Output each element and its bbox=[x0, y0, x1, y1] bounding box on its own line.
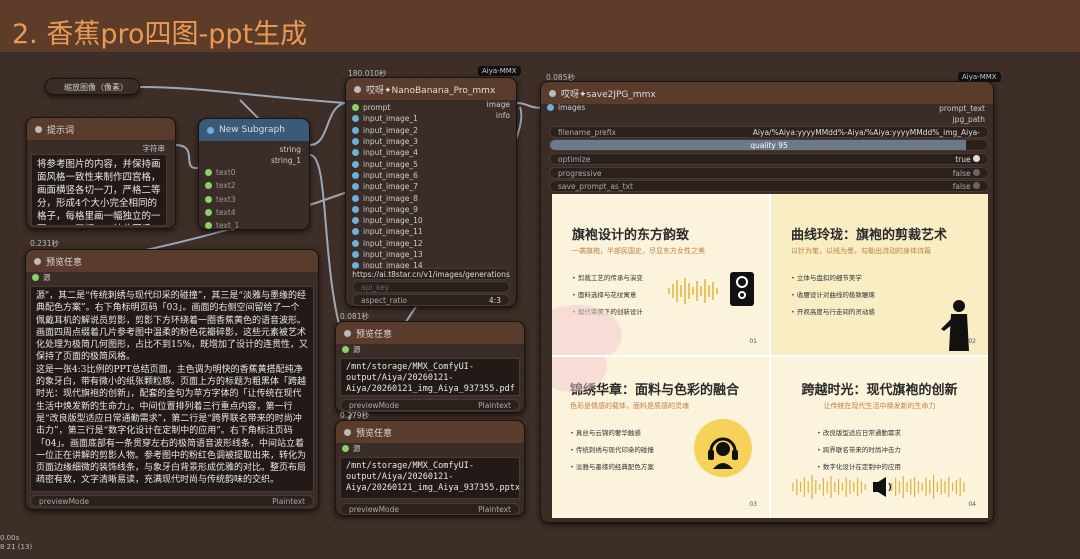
banana-aspect-ratio-select[interactable]: aspect_ratio 4:3 bbox=[352, 294, 510, 306]
preview-any-node-main[interactable]: 预览任意 源 源"，其二是“传统刺绣与现代印采的碰撞”，其三是“淡雅与墨缘的经典… bbox=[25, 249, 319, 510]
prompt-node[interactable]: 提示词 字符串 将参考图片的内容，并保持画面风格一致性来制作四宫格，画面横竖各切… bbox=[26, 117, 176, 229]
slide-4-bullet: 改良版型适应日常通勤需求 bbox=[817, 427, 988, 437]
status-line-1: 0.00s bbox=[0, 534, 20, 542]
group-title[interactable]: 2. 香蕉pro四图-ppt生成 bbox=[12, 12, 307, 51]
slide-3: 锦绣华章：面料与色彩的融合 色彩是情感的载体，面料是质感的灵魂 真丝与云锦的奢华… bbox=[552, 357, 769, 518]
preview-main-mode[interactable]: previewMode Plaintext bbox=[30, 495, 314, 507]
subgraph-input-text1[interactable]: text_1 bbox=[199, 220, 309, 231]
slide-2: 曲线玲珑：旗袍的剪裁艺术 以针为笔，以线为墨，勾勒出流动的身体诗篇 立体与盘扣的… bbox=[771, 194, 988, 355]
slide-3-page: 03 bbox=[749, 501, 757, 508]
preview-main-textarea[interactable]: 源"，其二是“传统刺绣与现代印采的碰撞”，其三是“淡雅与墨缘的经典配色方案”。右… bbox=[30, 286, 314, 492]
subgraph-output-string-1[interactable]: string_1 bbox=[199, 156, 309, 165]
subgraph-node-title: New Subgraph bbox=[219, 125, 285, 135]
preview-pptx-title: 预览任意 bbox=[356, 428, 393, 439]
banana-node-header[interactable]: 哎呀✦NanoBanana_Pro_mmx bbox=[346, 78, 516, 100]
banana-input-image-2[interactable]: input_image_2 bbox=[346, 125, 516, 136]
preview-pptx-mode[interactable]: previewMode Plaintext bbox=[340, 503, 520, 515]
save-output-jpg-path[interactable]: jpg_path bbox=[939, 114, 985, 125]
collapse-dot-icon[interactable] bbox=[35, 125, 42, 133]
banana-node-title: 哎呀✦NanoBanana_Pro_mmx bbox=[366, 85, 496, 96]
banana-input-image-9[interactable]: input_image_9 bbox=[346, 204, 516, 215]
subgraph-icon bbox=[207, 126, 214, 134]
prompt-node-header[interactable]: 提示词 bbox=[27, 118, 175, 140]
status-readout: 0.00s 8 21 (13) bbox=[0, 534, 32, 552]
preview-pptx-textarea[interactable]: /mnt/storage/MMX_ComfyUI-output/Aiya/202… bbox=[340, 457, 520, 499]
slide-2-subtitle: 以针为笔，以线为墨，勾勒出流动的身体诗篇 bbox=[791, 247, 931, 255]
slide-4-subtitle: 让传统在现代生活中焕发新的生命力 bbox=[823, 402, 936, 410]
banana-badge: Aiya-MMX bbox=[478, 66, 521, 76]
resize-node-title: 缩放图像（像素） bbox=[64, 83, 128, 92]
banana-input-image-3[interactable]: input_image_3 bbox=[346, 136, 516, 147]
preview-pdf-input[interactable]: 源 bbox=[336, 344, 524, 355]
slide-4-bullet: 跨界联名带来的时尚冲击力 bbox=[817, 444, 988, 454]
preview-pptx-input[interactable]: 源 bbox=[336, 443, 524, 454]
subgraph-input-text4[interactable]: text4 bbox=[199, 207, 309, 218]
slide-4-title: 跨越时光：现代旗袍的创新 bbox=[801, 383, 958, 398]
optimize-toggle[interactable]: optimize true bbox=[549, 153, 989, 165]
slide-2-bullet: 收腰设计对曲线的极致雕琢 bbox=[791, 289, 988, 299]
filename-prefix-field[interactable]: filename_prefix Aiya/%Aiya:yyyyMMdd%-Aiya… bbox=[549, 126, 989, 138]
banana-output-info[interactable]: info bbox=[487, 110, 510, 121]
slide-3-subtitle: 色彩是情感的载体，面料是质感的灵魂 bbox=[570, 402, 689, 410]
resize-image-node[interactable]: 缩放图像（像素） bbox=[45, 78, 140, 95]
save-input-images[interactable]: images bbox=[541, 102, 585, 113]
slide-4-waveform-icon bbox=[792, 475, 965, 499]
slide-4: 跨越时光：现代旗袍的创新 让传统在现代生活中焕发新的生命力 改良版型适应日常通勤… bbox=[771, 357, 988, 518]
preview-pptx-header[interactable]: 预览任意 bbox=[336, 421, 524, 443]
save-prompt-toggle[interactable]: save_prompt_as_txt false bbox=[549, 180, 989, 192]
slide-4-bullet: 数字化设计在定制中的应用 bbox=[817, 461, 988, 471]
subgraph-node-header[interactable]: New Subgraph bbox=[199, 119, 309, 141]
banana-input-image-11[interactable]: input_image_11 bbox=[346, 226, 516, 237]
preview-main-header[interactable]: 预览任意 bbox=[26, 250, 318, 272]
headphones-icon bbox=[694, 419, 752, 477]
slide-1-title: 旗袍设计的东方韵致 bbox=[572, 228, 690, 243]
nanobanana-node[interactable]: 哎呀✦NanoBanana_Pro_mmx image info prompt i… bbox=[345, 77, 517, 307]
banana-input-image-4[interactable]: input_image_4 bbox=[346, 147, 516, 158]
banana-input-image-12[interactable]: input_image_12 bbox=[346, 238, 516, 249]
banana-input-image-10[interactable]: input_image_10 bbox=[346, 215, 516, 226]
slide-4-page: 04 bbox=[968, 501, 976, 508]
slide-1-page: 01 bbox=[749, 338, 757, 345]
save-node-header[interactable]: 哎呀✦save2JPG_mmx bbox=[541, 82, 993, 104]
preview-main-timing: 0.231秒 bbox=[30, 239, 59, 248]
prompt-textarea[interactable]: 将参考图片的内容，并保持画面风格一致性来制作四宫格，画面横竖各切一刀，严格二等分… bbox=[31, 154, 167, 226]
save-jpg-node[interactable]: 哎呀✦save2JPG_mmx images prompt_text jpg_p… bbox=[540, 81, 994, 523]
slide-1-waveform-icon bbox=[668, 278, 718, 304]
preview-main-input[interactable]: 源 bbox=[26, 272, 318, 283]
generated-image-preview[interactable]: 旗袍设计的东方韵致 一袭旗袍，半部民国史，尽显东方女性之美 剪裁工艺的传承与演变… bbox=[552, 194, 988, 518]
banana-url-field[interactable]: https://ai.t8star.cn/v1/images/generatio… bbox=[352, 268, 510, 280]
subgraph-node[interactable]: New Subgraph string string_1 text0 text2… bbox=[198, 118, 310, 230]
slide-2-page: 02 bbox=[968, 338, 976, 345]
save-output-prompt-text[interactable]: prompt_text bbox=[939, 103, 985, 114]
prompt-output-label: 字符串 bbox=[142, 144, 166, 153]
banana-input-image-8[interactable]: input_image_8 bbox=[346, 192, 516, 203]
save-node-title: 哎呀✦save2JPG_mmx bbox=[561, 89, 656, 100]
banana-input-image-5[interactable]: input_image_5 bbox=[346, 158, 516, 169]
slide-2-title: 曲线玲珑：旗袍的剪裁艺术 bbox=[791, 228, 948, 243]
preview-any-node-pptx[interactable]: 预览任意 源 /mnt/storage/MMX_ComfyUI-output/A… bbox=[335, 420, 525, 516]
status-line-2: 8 21 (13) bbox=[0, 543, 33, 551]
subgraph-input-text2[interactable]: text2 bbox=[199, 180, 309, 191]
preview-pdf-header[interactable]: 预览任意 bbox=[336, 322, 524, 344]
preview-any-node-pdf[interactable]: 预览任意 源 /mnt/storage/MMX_ComfyUI-output/A… bbox=[335, 321, 525, 413]
quality-slider[interactable]: quality 95 bbox=[549, 139, 989, 151]
banana-input-image-7[interactable]: input_image_7 bbox=[346, 181, 516, 192]
subgraph-output-string[interactable]: string bbox=[199, 145, 309, 154]
banana-output-image[interactable]: image bbox=[487, 99, 510, 110]
progressive-toggle[interactable]: progressive false bbox=[549, 167, 989, 179]
quality-label: quality 95 bbox=[750, 140, 788, 150]
subgraph-input-text3[interactable]: text3 bbox=[199, 194, 309, 205]
slide-2-bullet: 立体与盘扣的细节美学 bbox=[791, 272, 988, 282]
prompt-node-title: 提示词 bbox=[47, 125, 75, 136]
banana-input-image-13[interactable]: input_image_13 bbox=[346, 249, 516, 260]
banana-input-image-6[interactable]: input_image_6 bbox=[346, 170, 516, 181]
preview-main-title: 预览任意 bbox=[46, 257, 83, 268]
slide-1: 旗袍设计的东方韵致 一袭旗袍，半部民国史，尽显东方女性之美 剪裁工艺的传承与演变… bbox=[552, 194, 769, 355]
banana-api-key-field[interactable]: api_key bbox=[352, 281, 510, 293]
subgraph-input-text0[interactable]: text0 bbox=[199, 167, 309, 178]
preview-pdf-title: 预览任意 bbox=[356, 329, 393, 340]
slide-1-subtitle: 一袭旗袍，半部民国史，尽显东方女性之美 bbox=[572, 247, 705, 255]
speaker-icon bbox=[730, 272, 754, 306]
preview-pdf-textarea[interactable]: /mnt/storage/MMX_ComfyUI-output/Aiya/202… bbox=[340, 358, 520, 396]
